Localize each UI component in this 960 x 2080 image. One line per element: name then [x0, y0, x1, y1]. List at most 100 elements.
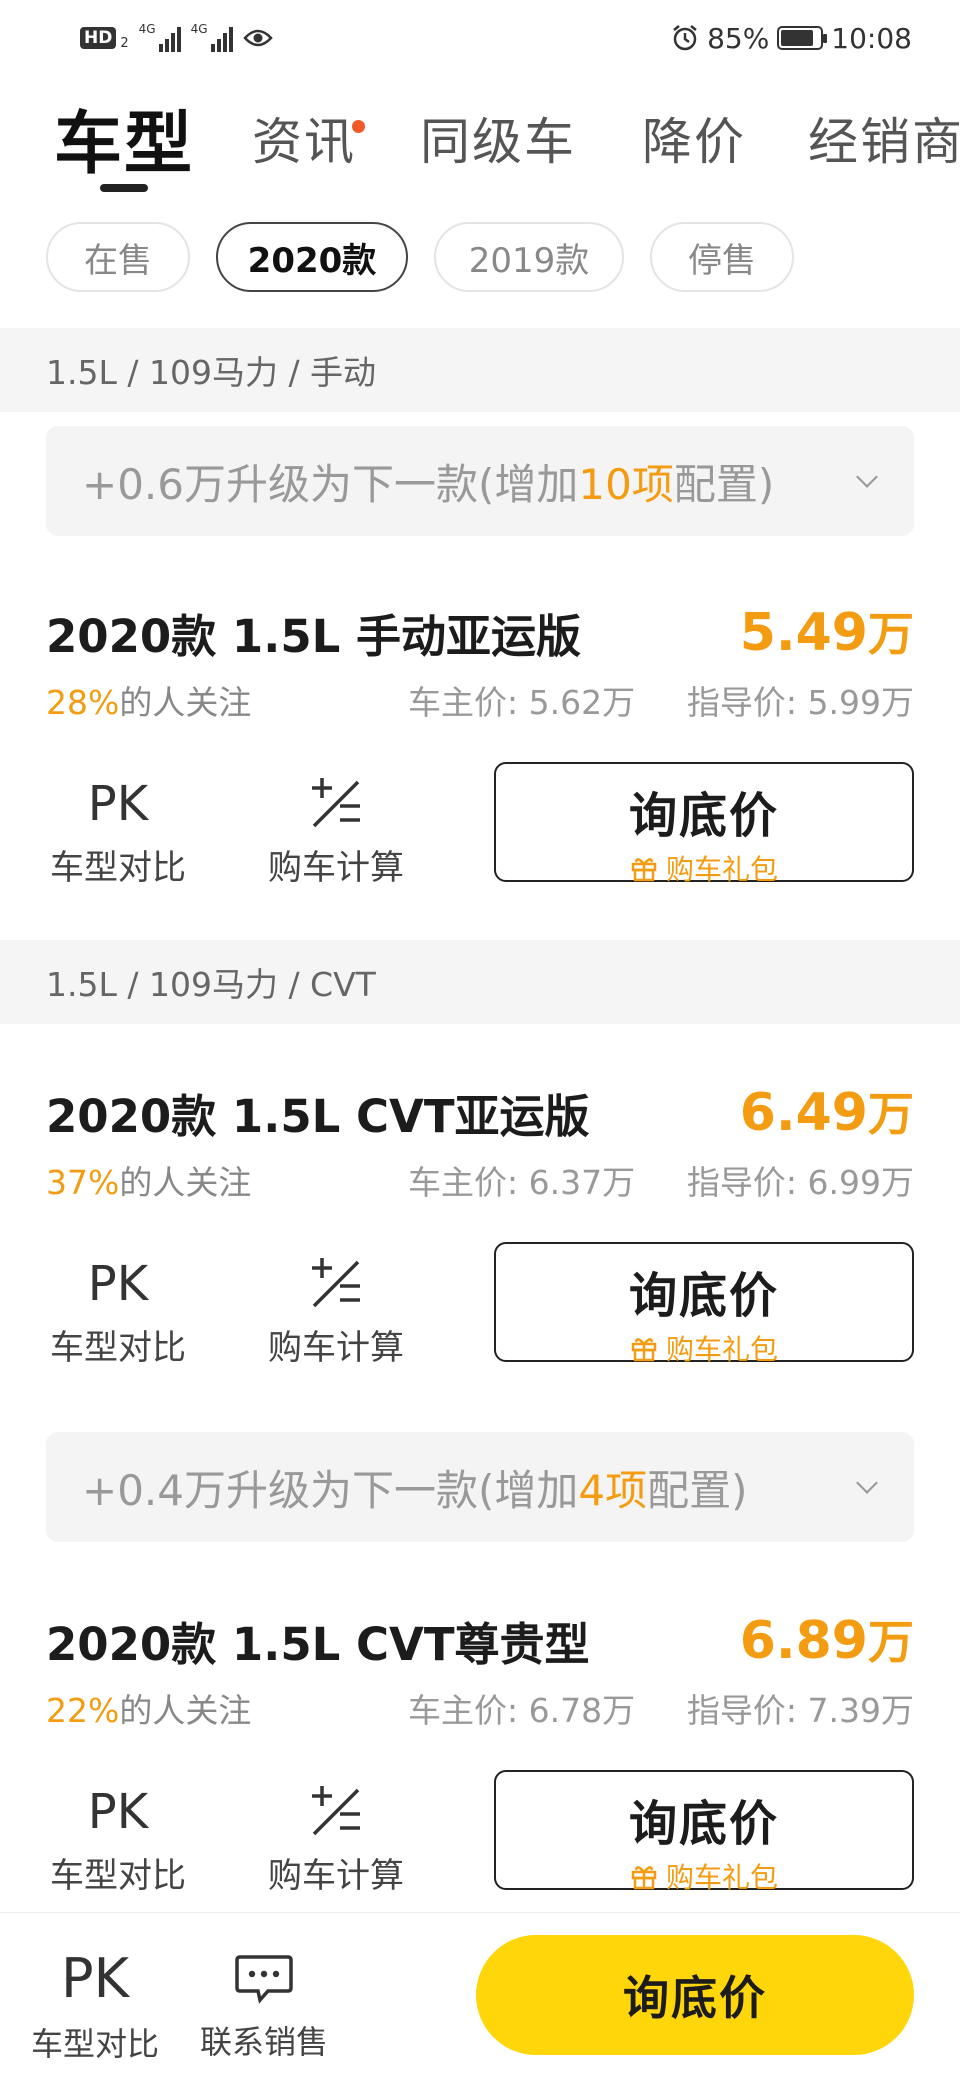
inquire-price-button[interactable]: 询底价 购车礼包: [494, 762, 914, 886]
hd-sub-indicator: 2: [120, 35, 129, 51]
battery-icon: [777, 26, 828, 50]
signal-label-1: 4G: [138, 22, 156, 36]
car-trim-card: 2020款 1.5L 手动亚运版 5.49万 28%的人关注 车主价: 5.62…: [0, 600, 960, 900]
compare-label: 车型对比: [50, 1856, 186, 1896]
calculator-label: 购车计算: [268, 1328, 404, 1368]
attention-percent: 37%: [46, 1163, 120, 1202]
signal-icon-2: 4G: [190, 22, 233, 52]
attention-label: 的人关注: [119, 1163, 252, 1202]
bottom-action-bar: PK 车型对比 联系销售 询底价: [0, 1912, 960, 2080]
guide-price: 指导价: 6.99万: [686, 1163, 914, 1202]
tab-news[interactable]: 资讯: [252, 102, 356, 174]
inquire-label: 询底价: [628, 788, 779, 844]
car-trim-card: 2020款 1.5L CVT尊贵型 6.89万 22%的人关注 车主价: 6.7…: [0, 1608, 960, 1908]
active-tab-indicator: [100, 184, 148, 192]
battery-percent: 85%: [707, 21, 770, 55]
car-trim-price: 6.89万: [740, 1606, 914, 1672]
gift-icon: [631, 1866, 657, 1890]
pk-icon: PK: [87, 776, 149, 832]
owner-price: 车主价: 6.78万: [408, 1691, 636, 1730]
status-bar: HD 2 4G 4G 85% 10:08: [0, 0, 960, 74]
price-unit: 万: [868, 1615, 914, 1669]
calculator-action[interactable]: 购车计算: [256, 1780, 416, 1897]
chip-2019[interactable]: 2019款: [434, 222, 624, 292]
top-tabs: 车型 资讯 同级车 降价 经销商: [0, 88, 960, 198]
guide-price: 指导价: 5.99万: [686, 683, 914, 722]
bottom-compare-label: 车型对比: [30, 2025, 159, 2063]
attention-stat: 28%的人关注: [46, 676, 251, 724]
compare-label: 车型对比: [50, 848, 186, 888]
contact-sales-label: 联系销售: [199, 2023, 328, 2061]
calculator-action[interactable]: 购车计算: [256, 772, 416, 889]
app-page: HD 2 4G 4G 85% 10:08 车型 资讯 同级车 降价 经销商 在售…: [0, 0, 960, 2080]
contact-sales-action[interactable]: 联系销售: [196, 1947, 332, 2063]
status-right: 85% 10:08: [671, 18, 912, 58]
inquire-price-button[interactable]: 询底价 购车礼包: [494, 1770, 914, 1894]
attention-percent: 28%: [46, 683, 120, 722]
pk-icon: PK: [87, 1256, 149, 1312]
upgrade-text-post: 配置): [673, 459, 775, 509]
gift-label: 购车礼包: [665, 853, 778, 886]
compare-action[interactable]: PK 车型对比: [38, 772, 198, 889]
car-trim-name[interactable]: 2020款 1.5L CVT亚运版: [46, 1080, 590, 1145]
tab-dealers[interactable]: 经销商: [808, 102, 960, 174]
bottom-compare-action[interactable]: PK 车型对比: [30, 1947, 160, 2065]
pk-icon: PK: [87, 1784, 149, 1840]
signal-label-2: 4G: [190, 22, 208, 36]
gift-pack: 购车礼包: [496, 848, 912, 888]
chip-discontinued[interactable]: 停售: [650, 222, 794, 292]
alarm-icon: [673, 25, 697, 51]
status-left: HD 2 4G 4G: [80, 18, 273, 58]
calculator-icon: [312, 778, 360, 828]
price-value: 6.49: [739, 1083, 868, 1143]
upgrade-count: 4项: [578, 1465, 648, 1515]
car-trim-price: 5.49万: [740, 598, 914, 664]
compare-action[interactable]: PK 车型对比: [38, 1780, 198, 1897]
price-unit: 万: [868, 1087, 914, 1141]
attention-stat: 22%的人关注: [46, 1684, 251, 1732]
compare-action[interactable]: PK 车型对比: [38, 1252, 198, 1369]
engine-group-header: 1.5L / 109马力 / CVT: [0, 940, 960, 1024]
car-trim-name[interactable]: 2020款 1.5L CVT尊贵型: [46, 1608, 590, 1673]
attention-label: 的人关注: [119, 1691, 252, 1730]
attention-stat: 37%的人关注: [46, 1156, 251, 1204]
car-trim-card: 2020款 1.5L CVT亚运版 6.49万 37%的人关注 车主价: 6.3…: [0, 1080, 960, 1380]
price-value: 6.89: [739, 1611, 868, 1671]
gift-icon: [631, 1338, 657, 1362]
tab-price-drop[interactable]: 降价: [642, 102, 746, 174]
chevron-down-icon: [856, 1472, 878, 1494]
chat-icon: [235, 1955, 293, 2004]
guide-price: 指导价: 7.39万: [686, 1691, 914, 1730]
chip-2020[interactable]: 2020款: [216, 222, 408, 292]
calculator-action[interactable]: 购车计算: [256, 1252, 416, 1369]
pk-icon: PK: [61, 1947, 129, 2010]
hd-indicator: HD: [80, 27, 117, 49]
car-trim-price: 6.49万: [740, 1078, 914, 1144]
calculator-label: 购车计算: [268, 1856, 404, 1896]
calculator-label: 购车计算: [268, 848, 404, 888]
price-unit: 万: [868, 607, 914, 661]
chevron-down-icon: [856, 466, 878, 488]
inquire-price-button[interactable]: 询底价 购车礼包: [494, 1242, 914, 1366]
price-value: 5.49: [739, 603, 868, 663]
tab-competitors[interactable]: 同级车: [420, 102, 576, 174]
gift-label: 购车礼包: [665, 1333, 778, 1366]
upgrade-text-pre: +0.6万升级为下一款(增加: [82, 459, 579, 509]
tab-models[interactable]: 车型: [54, 88, 194, 187]
upgrade-suggestion[interactable]: +0.6万升级为下一款(增加 10项 配置): [46, 426, 914, 536]
attention-label: 的人关注: [119, 683, 252, 722]
attention-percent: 22%: [46, 1691, 120, 1730]
engine-group-header: 1.5L / 109马力 / 手动: [0, 328, 960, 412]
gift-icon: [631, 858, 657, 882]
clock: 10:08: [831, 21, 912, 55]
inquire-price-cta[interactable]: 询底价: [476, 1935, 914, 2055]
compare-label: 车型对比: [50, 1328, 186, 1368]
owner-price: 车主价: 5.62万: [408, 683, 636, 722]
news-badge-dot: [352, 120, 365, 133]
upgrade-suggestion[interactable]: +0.4万升级为下一款(增加 4项 配置): [46, 1432, 914, 1542]
owner-price: 车主价: 6.37万: [408, 1163, 636, 1202]
chip-on-sale[interactable]: 在售: [46, 222, 190, 292]
upgrade-count: 10项: [578, 459, 674, 509]
upgrade-text-pre: +0.4万升级为下一款(增加: [82, 1465, 579, 1515]
car-trim-name[interactable]: 2020款 1.5L 手动亚运版: [46, 600, 581, 665]
